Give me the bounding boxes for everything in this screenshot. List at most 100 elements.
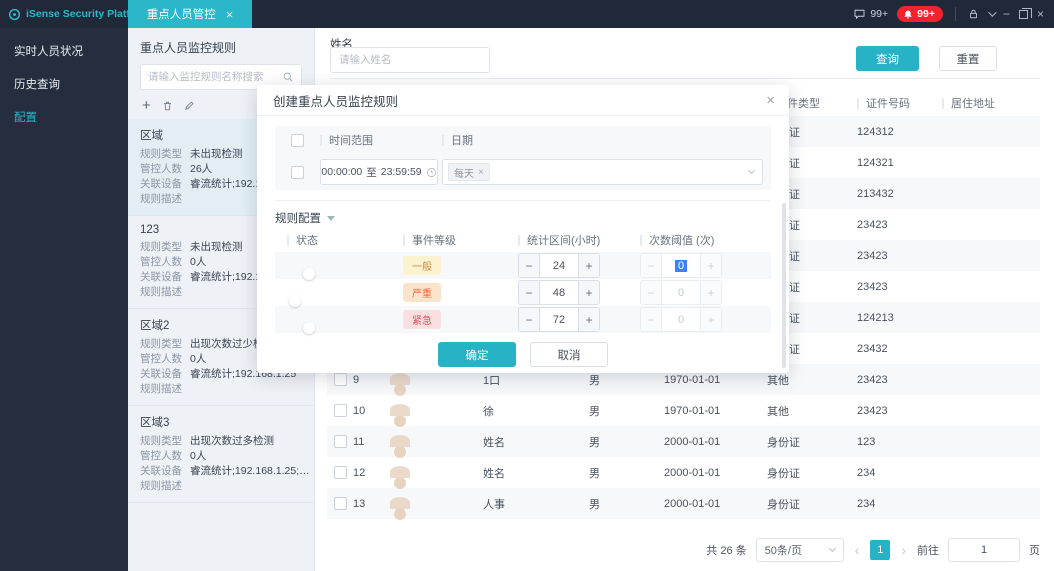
add-rule-icon[interactable]: + [142,98,151,113]
prev-page-button[interactable]: ‹ [853,542,862,558]
current-page[interactable]: 1 [870,540,891,560]
interval-stepper: − 48 + [518,280,600,305]
interval-stepper: − 72 + [518,307,600,332]
cancel-button[interactable]: 取消 [530,342,608,367]
stepper-plus[interactable]: + [700,308,721,331]
level-badge: 紧急 [403,310,441,329]
date-multiselect[interactable]: 每天 × [442,159,763,185]
restore-icon[interactable] [1018,7,1032,19]
cell-id-type: 身份证 [767,467,800,480]
search-icon[interactable] [282,71,294,83]
tag-close-icon[interactable]: × [478,167,484,178]
query-button[interactable]: 查询 [856,46,919,71]
lock-icon[interactable] [968,8,979,20]
rule-type-value: 未出现检测 [190,241,243,253]
app-logo-icon [8,8,21,21]
cell-name: 姓名 [483,436,505,449]
name-filter-input[interactable] [330,47,490,73]
stepper-value[interactable]: 0 [662,254,700,277]
cell-name: 人事 [483,498,505,511]
day-tag-label: 每天 [454,168,474,180]
window-close-icon[interactable]: × [1037,8,1044,20]
stepper-value[interactable]: 24 [540,254,578,277]
edit-rule-icon[interactable] [184,100,195,111]
table-row[interactable]: 13 人事 男 2000-01-01 身份证 234 [327,488,1040,519]
stepper-value[interactable]: 0 [662,308,700,331]
confirm-button[interactable]: 确定 [438,342,516,367]
table-row[interactable]: 10 徐 男 1970-01-01 其他 23423 [327,395,1040,426]
cell-id-type: 身份证 [767,436,800,449]
message-counter[interactable]: 99+ [853,8,888,20]
stepper-plus[interactable]: + [578,308,599,331]
row-checkbox[interactable] [291,165,304,179]
stepper-minus[interactable]: − [519,308,540,331]
app-window: iSense Security Platform 重点人员管控 × 99+ 99… [0,0,1054,571]
description-label: 规则描述 [140,480,182,492]
config-row-urgent: 紧急 − 72 + − 0 + [275,306,771,333]
minimize-icon[interactable]: − [1003,8,1010,20]
sidebar-item-realtime[interactable]: 实时人员状况 [0,34,128,67]
threshold-stepper: − 0 + [640,307,722,332]
modal-close-icon[interactable]: × [766,93,775,108]
next-page-button[interactable]: › [899,542,908,558]
stepper-minus[interactable]: − [641,254,662,277]
sidebar-item-label: 历史查询 [14,78,60,91]
rule-type-label: 规则类型 [140,435,182,447]
tab-key-person-control[interactable]: 重点人员管控 × [128,0,252,28]
sidebar-item-history[interactable]: 历史查询 [0,67,128,100]
row-checkbox[interactable] [333,373,347,386]
table-row[interactable]: 12 姓名 男 2000-01-01 身份证 234 [327,457,1040,488]
chevron-down-icon[interactable] [988,8,997,17]
status-header: 状态 [287,232,397,248]
row-checkbox[interactable] [333,435,347,448]
rule-type-label: 规则类型 [140,241,182,253]
time-table-header: 时间范围 日期 [275,126,771,154]
time-range-input[interactable]: 00:00:00 至 23:59:59 [320,159,438,185]
rule-card-area3[interactable]: 区域3 规则类型 出现次数过多检测 管控人数 0人 关联设备 睿流统计;192.168… [128,406,314,503]
topbar-divider [954,7,956,21]
config-row-general: 一般 − 24 + − 0 + [275,252,771,279]
stepper-value[interactable]: 0 [662,281,700,304]
cell-gender: 男 [589,467,600,480]
tab-close-icon[interactable]: × [226,8,234,21]
person-count-label: 管控人数 [140,353,182,365]
stepper-value[interactable]: 48 [540,281,578,304]
stepper-plus[interactable]: + [700,281,721,304]
level-badge: 一般 [403,256,441,275]
rules-search-input[interactable] [148,71,278,83]
stepper-value[interactable]: 72 [540,308,578,331]
alarm-count: 99+ [917,8,935,20]
topbar-right: 99+ 99+ − × [853,0,1054,28]
row-checkbox[interactable] [333,466,347,479]
config-header-row: 状态 事件等级 统计区间(小时) 次数阈值 (次) [275,228,771,252]
sidebar-item-config[interactable]: 配置 [0,100,128,133]
row-checkbox[interactable] [333,497,347,510]
table-row[interactable]: 11 姓名 男 2000-01-01 身份证 123 [327,426,1040,457]
stepper-minus[interactable]: − [519,254,540,277]
page-size-select[interactable]: 50条/页 [755,538,844,562]
stepper-minus[interactable]: − [641,308,662,331]
cell-id-number: 124312 [857,125,894,138]
stepper-minus[interactable]: − [641,281,662,304]
reset-button[interactable]: 重置 [939,46,997,71]
total-count: 共 26 条 [706,545,747,557]
modal-buttons: 确定 取消 [275,342,771,367]
time-to: 23:59:59 [380,166,422,178]
modal-scrollbar[interactable] [782,203,786,368]
delete-rule-icon[interactable] [162,100,173,112]
alarm-counter[interactable]: 99+ [897,6,943,22]
goto-page-input[interactable] [948,538,1020,562]
rule-config-toggle[interactable]: 规则配置 [275,208,771,228]
select-all-checkbox[interactable] [291,133,304,147]
stepper-plus[interactable]: + [578,281,599,304]
stepper-plus[interactable]: + [578,254,599,277]
row-checkbox[interactable] [333,404,347,417]
config-row-severe: 严重 − 48 + − 0 + [275,279,771,306]
rule-config-label: 规则配置 [275,213,321,225]
stepper-minus[interactable]: − [519,281,540,304]
person-count-value: 0人 [190,353,207,365]
stepper-plus[interactable]: + [700,254,721,277]
cell-id-number: 234 [857,466,876,479]
bell-icon [903,9,913,20]
page-size-value: 50条/页 [764,545,802,557]
